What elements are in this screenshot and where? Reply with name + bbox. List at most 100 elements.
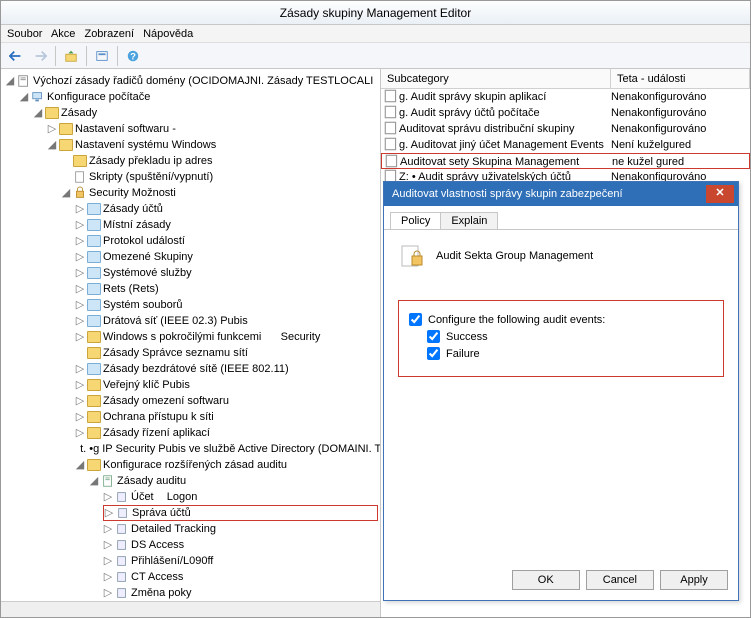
tree-ip-security[interactable]: t. •g IP Security Pubis ve službě Active…	[75, 441, 378, 457]
tree-ds-access[interactable]: ▷DS Access	[103, 537, 378, 553]
folder-icon	[87, 459, 101, 471]
folder-icon	[87, 411, 101, 423]
list-row[interactable]: g. Audit správy skupin aplikacíNenakonfi…	[381, 89, 750, 105]
tree-policies[interactable]: ◢Zásady	[33, 105, 378, 121]
tree-computer-config[interactable]: ◢Konfigurace počítače	[19, 89, 378, 105]
forward-button[interactable]	[29, 45, 51, 67]
configure-checkbox[interactable]	[409, 313, 422, 326]
dialog-title: Auditovat vlastnosti správy skupin zabez…	[392, 188, 623, 200]
folder-icon	[87, 235, 101, 247]
toolbar: ?	[1, 43, 750, 69]
tree-wireless-network[interactable]: ▷Zásady bezdrátové sítě (IEEE 802.11)	[75, 361, 378, 377]
tree-software-restriction[interactable]: ▷Zásady omezení softwaru	[75, 393, 378, 409]
tree-netlist-manager[interactable]: Zásady Správce seznamu sítí	[75, 345, 378, 361]
tree-account-logon[interactable]: ▷Účet Logon	[103, 489, 378, 505]
cancel-button[interactable]: Cancel	[586, 570, 654, 590]
tree-root[interactable]: ◢Výchozí zásady řadičů domény (OCIDOMAJN…	[5, 73, 378, 89]
tab-explain[interactable]: Explain	[440, 212, 498, 229]
tree-registry[interactable]: ▷Rets (Rets)	[75, 281, 378, 297]
tree-local-policies[interactable]: ▷Místní zásady	[75, 217, 378, 233]
folder-icon	[87, 331, 101, 343]
list-row[interactable]: Auditovat správu distribuční skupinyNena…	[381, 121, 750, 137]
failure-checkbox-row[interactable]: Failure	[427, 347, 713, 360]
dialog-heading: Audit Sekta Group Management	[436, 250, 593, 262]
folder-icon	[87, 347, 101, 359]
tree-file-system[interactable]: ▷Systém souborů	[75, 297, 378, 313]
success-checkbox[interactable]	[427, 330, 440, 343]
gpo-icon	[17, 74, 31, 88]
dialog-titlebar[interactable]: Auditovat vlastnosti správy skupin zabez…	[384, 182, 738, 206]
tree-nap[interactable]: ▷Ochrana přístupu k síti	[75, 409, 378, 425]
tree-policy-change[interactable]: ▷Změna poky	[103, 585, 378, 601]
folder-icon	[87, 315, 101, 327]
folder-icon	[87, 203, 101, 215]
success-label: Success	[446, 331, 488, 343]
tree-detailed-tracking[interactable]: ▷Detailed Tracking	[103, 521, 378, 537]
list-row[interactable]: g. Auditovat jiný účet Management Events…	[381, 137, 750, 153]
refresh-button[interactable]	[91, 45, 113, 67]
tree-app-control[interactable]: ▷Zásady řízení aplikací	[75, 425, 378, 441]
tree-audit-policies[interactable]: ◢Zásady auditu	[89, 473, 378, 489]
menu-file[interactable]: Soubor	[7, 28, 42, 40]
up-button[interactable]	[60, 45, 82, 67]
tree-software-settings[interactable]: ▷Nastavení softwaru -	[47, 121, 378, 137]
ok-button[interactable]: OK	[512, 570, 580, 590]
tree-system-services[interactable]: ▷Systémové služby	[75, 265, 378, 281]
security-icon	[73, 186, 87, 200]
horizontal-scrollbar[interactable]	[1, 601, 380, 617]
policy-item-icon	[383, 121, 399, 135]
category-icon	[115, 538, 129, 552]
tree-account-policies[interactable]: ▷Zásady účtů	[75, 201, 378, 217]
folder-icon	[87, 427, 101, 439]
tree-scripts[interactable]: Skripty (spuštění/vypnutí)	[61, 169, 378, 185]
policy-item-icon	[383, 137, 399, 151]
configure-fieldset: Configure the following audit events: Su…	[398, 300, 724, 377]
policy-item-icon	[383, 105, 399, 119]
tree-logon-logoff[interactable]: ▷Přihlášení/L090ff	[103, 553, 378, 569]
category-icon	[116, 506, 130, 520]
category-icon	[115, 586, 129, 600]
column-subcategory[interactable]: Subcategory	[381, 69, 611, 88]
tree-windows-settings[interactable]: ◢Nastavení systému Windows	[47, 137, 378, 153]
close-button[interactable]: ✕	[706, 185, 734, 203]
category-icon	[115, 570, 129, 584]
list-header: Subcategory Teta - události	[381, 69, 750, 89]
tree-object-access[interactable]: ▷CT Access	[103, 569, 378, 585]
tree-waf[interactable]: ▷Windows s pokročilými funkcemi Security	[75, 329, 378, 345]
audit-lock-icon	[398, 242, 426, 270]
list-row-selected[interactable]: Auditovat sety Skupina Managementne kuže…	[381, 153, 750, 169]
policy-tree[interactable]: ◢Výchozí zásady řadičů domény (OCIDOMAJN…	[1, 69, 380, 601]
list-row[interactable]: g. Audit správy účtů počítačeNenakonfigu…	[381, 105, 750, 121]
tree-advanced-audit[interactable]: ◢Konfigurace rozšířených zásad auditu	[75, 457, 378, 473]
tree-account-mgmt[interactable]: ▷Správa účtů	[103, 505, 378, 521]
success-checkbox-row[interactable]: Success	[427, 330, 713, 343]
menu-action[interactable]: Akce	[51, 28, 75, 40]
help-button[interactable]: ?	[122, 45, 144, 67]
menu-help[interactable]: Nápověda	[143, 28, 193, 40]
failure-checkbox[interactable]	[427, 347, 440, 360]
failure-label: Failure	[446, 348, 480, 360]
tree-security-settings[interactable]: ◢Security Možnosti	[61, 185, 378, 201]
tree-wired-network[interactable]: ▷Drátová síť (IEEE 02.3) Pubis	[75, 313, 378, 329]
tree-restricted-groups[interactable]: ▷Omezené Skupiny	[75, 249, 378, 265]
menu-view[interactable]: Zobrazení	[84, 28, 134, 40]
script-icon	[73, 170, 87, 184]
tab-policy[interactable]: Policy	[390, 212, 441, 229]
audit-icon	[101, 474, 115, 488]
folder-icon	[73, 155, 87, 167]
tree-public-key[interactable]: ▷Veřejný klíč Pubis	[75, 377, 378, 393]
tree-event-log[interactable]: ▷Protokol událostí	[75, 233, 378, 249]
folder-icon	[87, 251, 101, 263]
column-events[interactable]: Teta - události	[611, 69, 750, 88]
back-button[interactable]	[5, 45, 27, 67]
properties-dialog: Auditovat vlastnosti správy skupin zabez…	[383, 181, 739, 601]
configure-checkbox-row[interactable]: Configure the following audit events:	[409, 313, 713, 326]
category-icon	[115, 490, 129, 504]
folder-icon	[87, 267, 101, 279]
apply-button[interactable]: Apply	[660, 570, 728, 590]
list-body: g. Audit správy skupin aplikacíNenakonfi…	[381, 89, 750, 185]
configure-label: Configure the following audit events:	[428, 314, 605, 326]
tree-name-resolution[interactable]: Zásady překladu ip adres	[61, 153, 378, 169]
folder-icon	[45, 107, 59, 119]
category-icon	[115, 522, 129, 536]
